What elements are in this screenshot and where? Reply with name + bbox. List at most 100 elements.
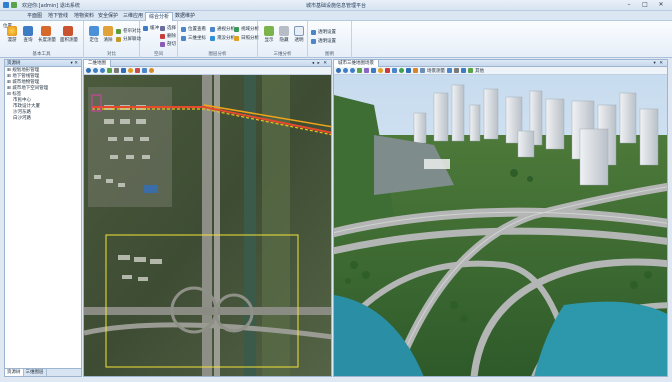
main-road bbox=[202, 75, 212, 376]
home-icon[interactable] bbox=[357, 68, 362, 73]
layer-icon[interactable] bbox=[149, 68, 154, 73]
select-button[interactable]: 选择 bbox=[160, 25, 176, 32]
footer-tab-resources[interactable]: 资源树 bbox=[5, 369, 24, 376]
select-icon[interactable] bbox=[114, 68, 119, 73]
group-layer-analysis: 位置查看 通视分析 视域分析 三维坐标 淹没分析 日照分析 图层分析 bbox=[178, 21, 259, 58]
minimize-button[interactable]: – bbox=[622, 1, 636, 9]
pane-tab-3d[interactable]: 城市三维地图场景 bbox=[334, 60, 379, 67]
close-button[interactable]: ✕ bbox=[654, 1, 668, 9]
scene-3d-toolbar: 场景测量 其他 bbox=[334, 67, 667, 75]
pan-icon[interactable] bbox=[86, 68, 91, 73]
full-extent-icon[interactable] bbox=[107, 68, 112, 73]
sun-icon[interactable] bbox=[378, 68, 383, 73]
ribbon: 位置 漫游 查询 长度测量 面积测量 基本工具 定位 清除 卷帘对比 分屏联动 … bbox=[0, 21, 672, 58]
settings-icon[interactable] bbox=[420, 68, 425, 73]
pane-controls[interactable]: ◂ ▸ ✕ bbox=[312, 60, 328, 67]
camera-icon[interactable] bbox=[413, 68, 418, 73]
map-2d-toolbar bbox=[84, 67, 331, 75]
tab-pipeline[interactable]: 地下管线 bbox=[45, 12, 71, 21]
transparent-button[interactable]: 透明 bbox=[291, 26, 307, 43]
sunlight-analysis-button[interactable]: 日照分析 bbox=[234, 35, 259, 42]
tab-3d[interactable]: 三维应用 bbox=[120, 12, 146, 21]
section-button[interactable]: 剖切 bbox=[160, 41, 176, 48]
measure-icon[interactable] bbox=[392, 68, 397, 73]
other-menu-label[interactable]: 其他 bbox=[475, 68, 484, 74]
transparency-setting-button[interactable]: 透明设置 bbox=[311, 29, 336, 36]
tab-plan[interactable]: 平面图 bbox=[24, 12, 45, 21]
group-label: 三维分析 bbox=[273, 52, 292, 57]
group-label: 对比 bbox=[107, 52, 116, 57]
panel-footer-tabs: 资源树 三维图层 bbox=[5, 368, 81, 376]
transparency-setting-button-2[interactable]: 透明设置 bbox=[311, 38, 336, 45]
maximize-button[interactable]: □ bbox=[638, 1, 652, 9]
rotate-icon[interactable] bbox=[336, 68, 341, 73]
delete-button[interactable]: 删除 bbox=[160, 33, 176, 40]
clear-icon[interactable] bbox=[135, 68, 140, 73]
measure-icon[interactable] bbox=[121, 68, 126, 73]
panel-close-button[interactable]: ▾ ✕ bbox=[71, 60, 78, 67]
hide-button[interactable]: 隐藏 bbox=[276, 26, 292, 43]
ruler-icon[interactable] bbox=[447, 68, 452, 73]
fly-icon[interactable] bbox=[364, 68, 369, 73]
tab-features[interactable]: 地物资料 bbox=[71, 12, 97, 21]
window-title: 城市基础设施信息管理平台 bbox=[305, 3, 366, 9]
map-2d-canvas[interactable] bbox=[84, 75, 332, 377]
map-2d-pane: 二维地图 ◂ ▸ ✕ bbox=[83, 59, 332, 377]
scene-3d-canvas[interactable] bbox=[334, 75, 668, 377]
visibility-analysis-button[interactable]: 通视分析 bbox=[210, 26, 235, 33]
show-button[interactable]: 显示 bbox=[261, 26, 277, 43]
resource-tree: ⊞ 规划地形管理 ⊞ 地下管线管理 ⊞ 城市地物管理 ⊞ 城市地下空间管理 ⊟ … bbox=[5, 67, 81, 123]
blue-roof-building bbox=[144, 185, 158, 193]
group-label: 图例 bbox=[325, 52, 334, 57]
check-icon bbox=[264, 26, 274, 36]
stadium-roof bbox=[424, 159, 450, 169]
group-label: 空间 bbox=[154, 52, 163, 57]
scene-measure-label[interactable]: 场景测量 bbox=[427, 68, 445, 74]
buffer-button[interactable]: 缓冲 bbox=[143, 25, 159, 32]
length-measure-button[interactable]: 长度测量 bbox=[38, 26, 56, 43]
volume-icon[interactable] bbox=[468, 68, 473, 73]
stop-icon[interactable] bbox=[385, 68, 390, 73]
tab-safety[interactable]: 安全保护 bbox=[95, 12, 121, 21]
zoom-in-icon[interactable] bbox=[93, 68, 98, 73]
group-space: 缓冲 选择 删除 剖切 空间 bbox=[140, 21, 178, 58]
canal bbox=[244, 75, 256, 376]
pane-tab-2d[interactable]: 二维地图 bbox=[84, 60, 111, 67]
query-icon bbox=[23, 26, 33, 36]
flood-analysis-button[interactable]: 淹没分析 bbox=[210, 35, 235, 42]
walk-icon[interactable] bbox=[371, 68, 376, 73]
resource-tree-panel: 资源树 ▾ ✕ ⊞ 规划地形管理 ⊞ 地下管线管理 ⊞ 城市地物管理 ⊞ 城市地… bbox=[4, 59, 82, 377]
area-measure-button[interactable]: 面积测量 bbox=[60, 26, 78, 43]
position-view-button[interactable]: 位置查看 bbox=[181, 26, 206, 33]
query-button[interactable]: 查询 bbox=[20, 26, 36, 43]
zoom-in-icon[interactable] bbox=[343, 68, 348, 73]
footer-tab-3d-layers[interactable]: 三维图层 bbox=[24, 369, 47, 376]
layer-icon[interactable] bbox=[406, 68, 411, 73]
print-icon[interactable] bbox=[142, 68, 147, 73]
tab-analysis[interactable]: 综合分析 bbox=[145, 12, 174, 21]
area-icon bbox=[63, 26, 73, 36]
zoom-out-icon[interactable] bbox=[350, 68, 355, 73]
tab-data[interactable]: 数据维护 bbox=[172, 12, 198, 21]
side-road bbox=[214, 75, 220, 376]
zoom-out-icon[interactable] bbox=[100, 68, 105, 73]
line-icon[interactable] bbox=[454, 68, 459, 73]
pane-header: 城市三维地图场景 ▾ ✕ bbox=[334, 60, 667, 67]
viewshed-button[interactable]: 视域分析 bbox=[234, 26, 259, 33]
clear-button[interactable]: 清除 bbox=[100, 26, 116, 43]
swipe-compare-button[interactable]: 卷帘对比 bbox=[116, 28, 141, 35]
split-link-button[interactable]: 分屏联动 bbox=[116, 36, 141, 43]
locate-icon bbox=[89, 26, 99, 36]
globe-icon[interactable] bbox=[399, 68, 404, 73]
pane-controls[interactable]: ▾ ✕ bbox=[654, 60, 664, 67]
roam-icon bbox=[7, 26, 17, 36]
ribbon-tabs: 平面图 地下管线 地物资料 安全保护 三维应用 综合分析 数据维护 bbox=[0, 11, 672, 30]
group-basic-tools: 漫游 查询 长度测量 面积测量 基本工具 bbox=[0, 21, 84, 58]
roam-button[interactable]: 漫游 bbox=[4, 26, 20, 43]
ruler-icon bbox=[41, 26, 51, 36]
pane-header: 二维地图 ◂ ▸ ✕ bbox=[84, 60, 331, 67]
area-icon[interactable] bbox=[461, 68, 466, 73]
coordinates-button[interactable]: 三维坐标 bbox=[181, 35, 206, 42]
tree-node[interactable]: 白沙河路 bbox=[7, 116, 79, 122]
info-icon[interactable] bbox=[128, 68, 133, 73]
